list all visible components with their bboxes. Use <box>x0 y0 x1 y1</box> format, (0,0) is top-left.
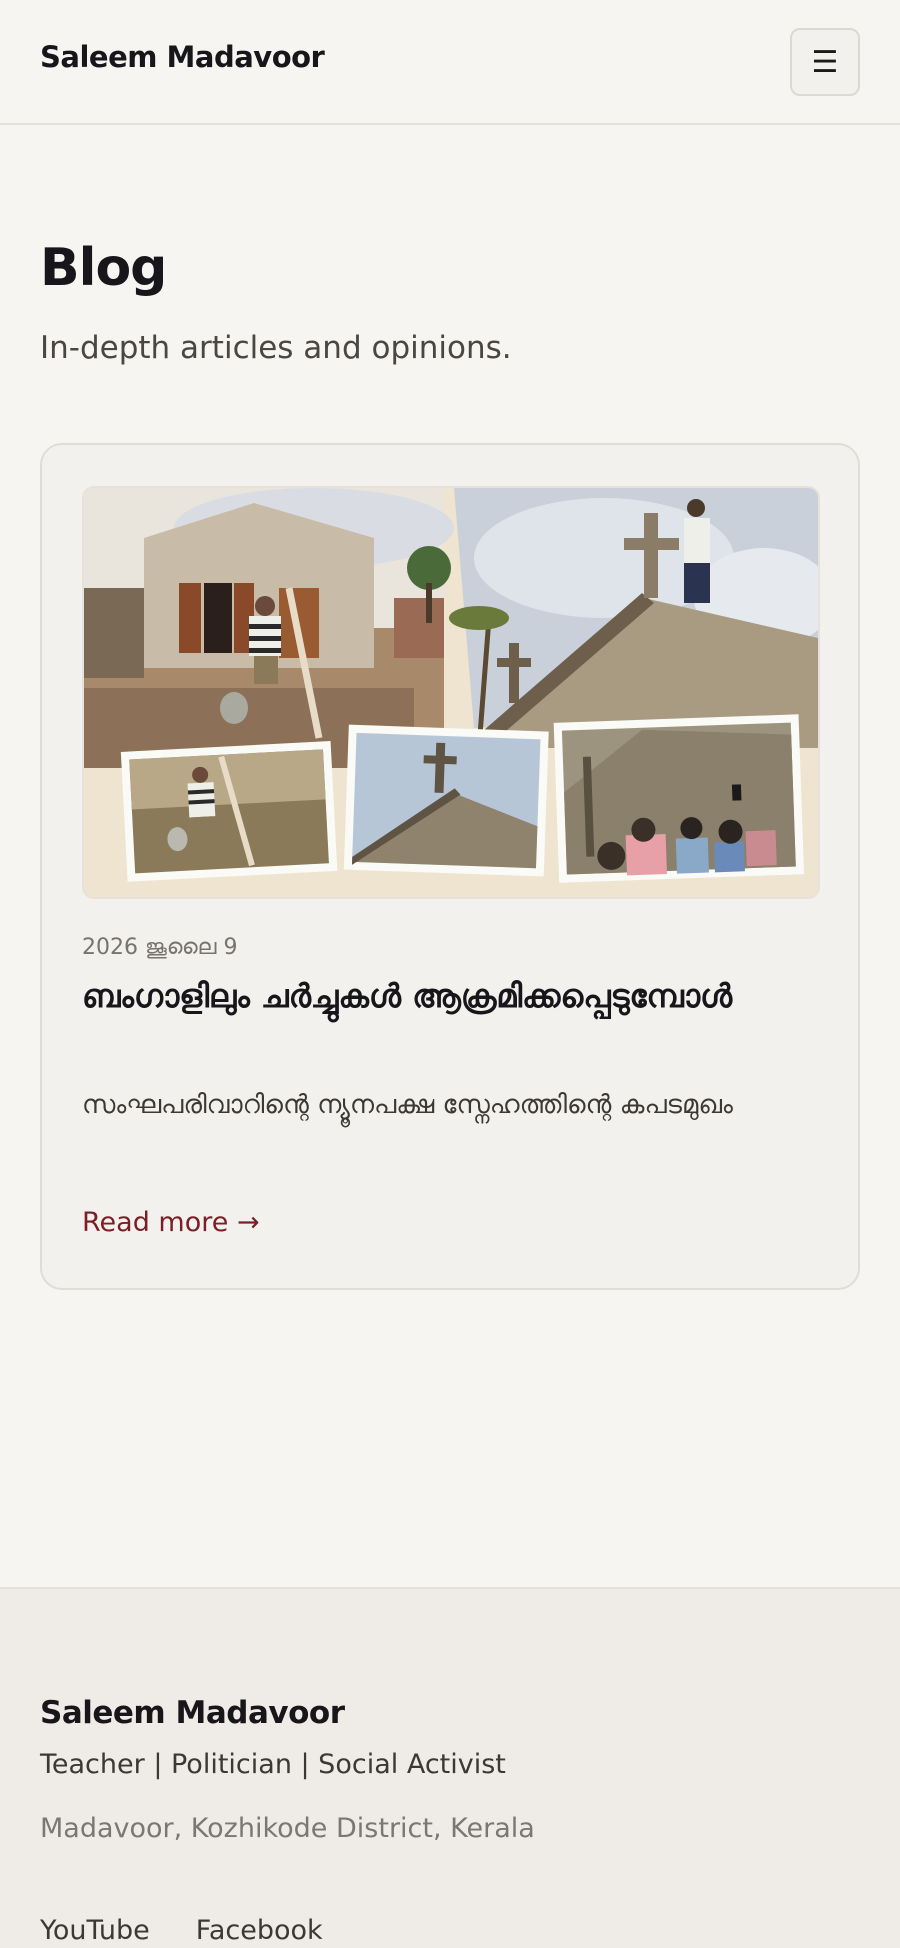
page-title: Blog <box>40 238 167 298</box>
post-title[interactable]: ബംഗാളിലും ചർച്ചുകൾ ആക്രമിക്കപ്പെടുമ്പോൾ <box>82 975 802 1018</box>
hamburger-menu-icon: ☰ <box>811 44 839 80</box>
youtube-link[interactable]: YouTube <box>40 1915 150 1946</box>
blog-post-card[interactable]: 2026 ജൂലൈ 9 ബംഗാളിലും ചർച്ചുകൾ ആക്രമിക്ക… <box>40 443 860 1290</box>
post-thumbnail-image[interactable] <box>82 486 820 899</box>
site-header: Saleem Madavoor ☰ <box>0 0 900 125</box>
site-brand-link[interactable]: Saleem Madavoor <box>40 40 325 74</box>
footer-brand: Saleem Madavoor <box>40 1695 345 1731</box>
read-more-link[interactable]: Read more → <box>82 1207 260 1238</box>
post-excerpt: സംഘപരിവാറിന്റെ ന്യൂനപക്ഷ സ്നേഹത്തിന്റെ ക… <box>82 1090 733 1120</box>
footer-social-links: YouTube Facebook <box>40 1915 323 1946</box>
footer-tagline: Teacher | Politician | Social Activist <box>40 1749 506 1780</box>
menu-button[interactable]: ☰ <box>790 28 860 96</box>
facebook-link[interactable]: Facebook <box>196 1915 323 1946</box>
footer-location: Madavoor, Kozhikode District, Kerala <box>40 1813 535 1844</box>
page-subtitle: In-depth articles and opinions. <box>40 330 512 366</box>
post-date: 2026 ജൂലൈ 9 <box>82 935 238 960</box>
site-footer: Saleem Madavoor Teacher | Politician | S… <box>0 1587 900 1948</box>
